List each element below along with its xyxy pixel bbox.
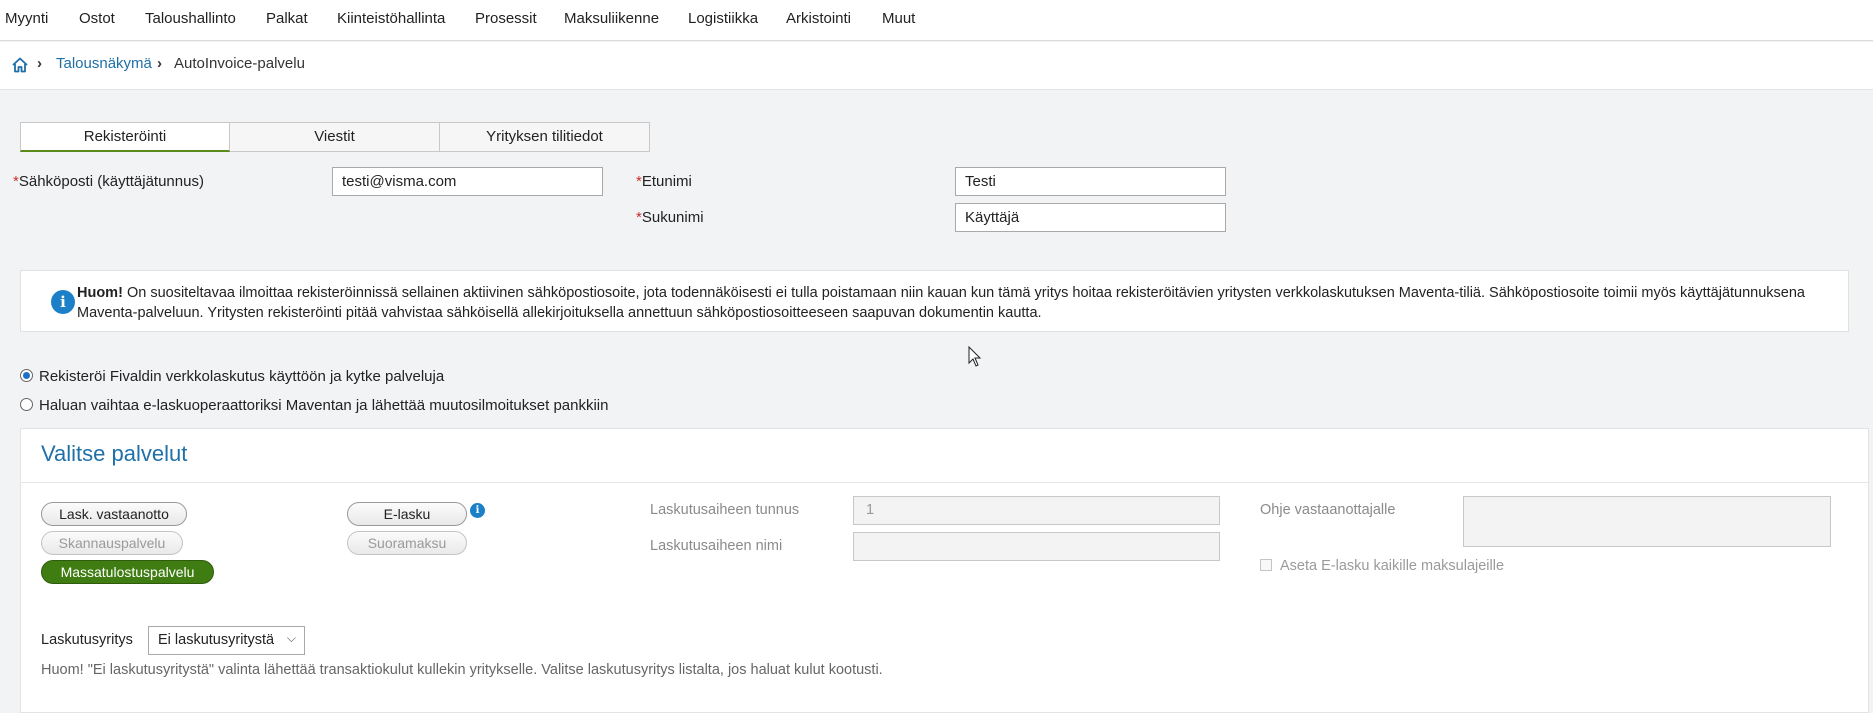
nav-ostot[interactable]: Ostot xyxy=(79,10,115,27)
breadcrumb: › Talousnäkymä › AutoInvoice-palvelu xyxy=(0,42,1873,90)
tab-rekisterointi[interactable]: Rekisteröinti xyxy=(20,122,230,152)
instructions-textarea[interactable] xyxy=(1463,496,1831,547)
billing-id-field[interactable]: 1 xyxy=(853,496,1220,525)
nav-prosessit[interactable]: Prosessit xyxy=(475,10,537,27)
billing-name-field[interactable] xyxy=(853,532,1220,561)
lastname-label: *Sukunimi xyxy=(636,209,704,226)
radio-register-fivaldi[interactable]: Rekisteröi Fivaldin verkkolaskutus käytt… xyxy=(20,368,444,385)
tab-bar: Rekisteröinti Viestit Yrityksen tilitied… xyxy=(20,122,650,152)
email-label: *Sähköposti (käyttäjätunnus) xyxy=(13,173,204,190)
nav-muut[interactable]: Muut xyxy=(882,10,915,27)
service-direct-payment-button[interactable]: Suoramaksu xyxy=(347,531,467,555)
breadcrumb-current: AutoInvoice-palvelu xyxy=(174,55,305,72)
divider xyxy=(21,482,1868,483)
firstname-field[interactable] xyxy=(955,167,1226,196)
top-navigation: Myynti Ostot Taloushallinto Palkat Kiint… xyxy=(0,0,1873,41)
mouse-cursor-icon xyxy=(968,346,982,367)
breadcrumb-link-talousnakyma[interactable]: Talousnäkymä xyxy=(56,55,152,72)
firstname-label-text: Etunimi xyxy=(641,173,692,190)
set-elasku-checkbox[interactable]: Aseta E-lasku kaikille maksulajeille xyxy=(1260,558,1504,574)
service-mass-print-button[interactable]: Massatulostuspalvelu xyxy=(41,560,214,584)
service-scan-button[interactable]: Skannauspalvelu xyxy=(41,531,183,555)
radio-change-operator[interactable]: Haluan vaihtaa e-laskuoperaattoriksi Mav… xyxy=(20,397,608,414)
lastname-label-text: Sukunimi xyxy=(641,209,704,226)
nav-arkistointi[interactable]: Arkistointi xyxy=(786,10,851,27)
chevron-right-icon: › xyxy=(37,55,42,72)
lastname-field[interactable] xyxy=(955,203,1226,232)
nav-palkat[interactable]: Palkat xyxy=(266,10,308,27)
billing-company-note: Huom! "Ei laskutusyritystä" valinta lähe… xyxy=(41,662,883,678)
firstname-label: *Etunimi xyxy=(636,173,692,190)
radio-button-unchecked[interactable] xyxy=(20,398,33,411)
nav-maksuliikenne[interactable]: Maksuliikenne xyxy=(564,10,659,27)
radio-register-fivaldi-label: Rekisteröi Fivaldin verkkolaskutus käytt… xyxy=(39,368,445,385)
tab-viestit[interactable]: Viestit xyxy=(230,122,440,152)
nav-logistiikka[interactable]: Logistiikka xyxy=(688,10,758,27)
chevron-right-icon: › xyxy=(157,55,162,72)
billing-company-label: Laskutusyritys xyxy=(41,632,133,648)
email-field[interactable] xyxy=(332,167,603,196)
nav-myynti[interactable]: Myynti xyxy=(5,10,48,27)
radio-change-operator-label: Haluan vaihtaa e-laskuoperaattoriksi Mav… xyxy=(39,397,609,414)
billing-company-selected: Ei laskutusyritystä xyxy=(158,632,275,648)
services-panel-title: Valitse palvelut xyxy=(41,441,188,466)
service-receive-button[interactable]: Lask. vastaanotto xyxy=(41,502,187,526)
nav-taloushallinto[interactable]: Taloushallinto xyxy=(145,10,236,27)
tab-yrityksen-tilitiedot[interactable]: Yrityksen tilitiedot xyxy=(440,122,650,152)
chevron-down-icon: ⌵ xyxy=(286,631,296,645)
services-panel: Valitse palvelut Lask. vastaanotto E-las… xyxy=(20,428,1869,713)
info-notice-text: On suositeltavaa ilmoittaa rekisteröinni… xyxy=(77,285,1805,321)
set-elasku-checkbox-label: Aseta E-lasku kaikille maksulajeille xyxy=(1280,558,1505,574)
instructions-label: Ohje vastaanottajalle xyxy=(1260,502,1396,518)
info-icon[interactable]: i xyxy=(470,503,485,518)
info-icon: i xyxy=(51,290,75,314)
info-notice: i Huom! On suositeltavaa ilmoittaa rekis… xyxy=(20,270,1849,332)
info-notice-bold: Huom! xyxy=(77,285,123,301)
nav-kiinteistohallinta[interactable]: Kiinteistöhallinta xyxy=(337,10,445,27)
billing-id-label: Laskutusaiheen tunnus xyxy=(650,502,800,518)
email-label-text: Sähköposti (käyttäjätunnus) xyxy=(18,173,204,190)
home-icon[interactable] xyxy=(11,56,29,74)
radio-button-checked[interactable] xyxy=(20,369,33,382)
billing-name-label: Laskutusaiheen nimi xyxy=(650,538,783,554)
billing-company-select[interactable]: Ei laskutusyritystä ⌵ xyxy=(148,626,305,655)
checkbox-icon[interactable] xyxy=(1260,559,1272,571)
service-elasku-button[interactable]: E-lasku xyxy=(347,502,467,526)
